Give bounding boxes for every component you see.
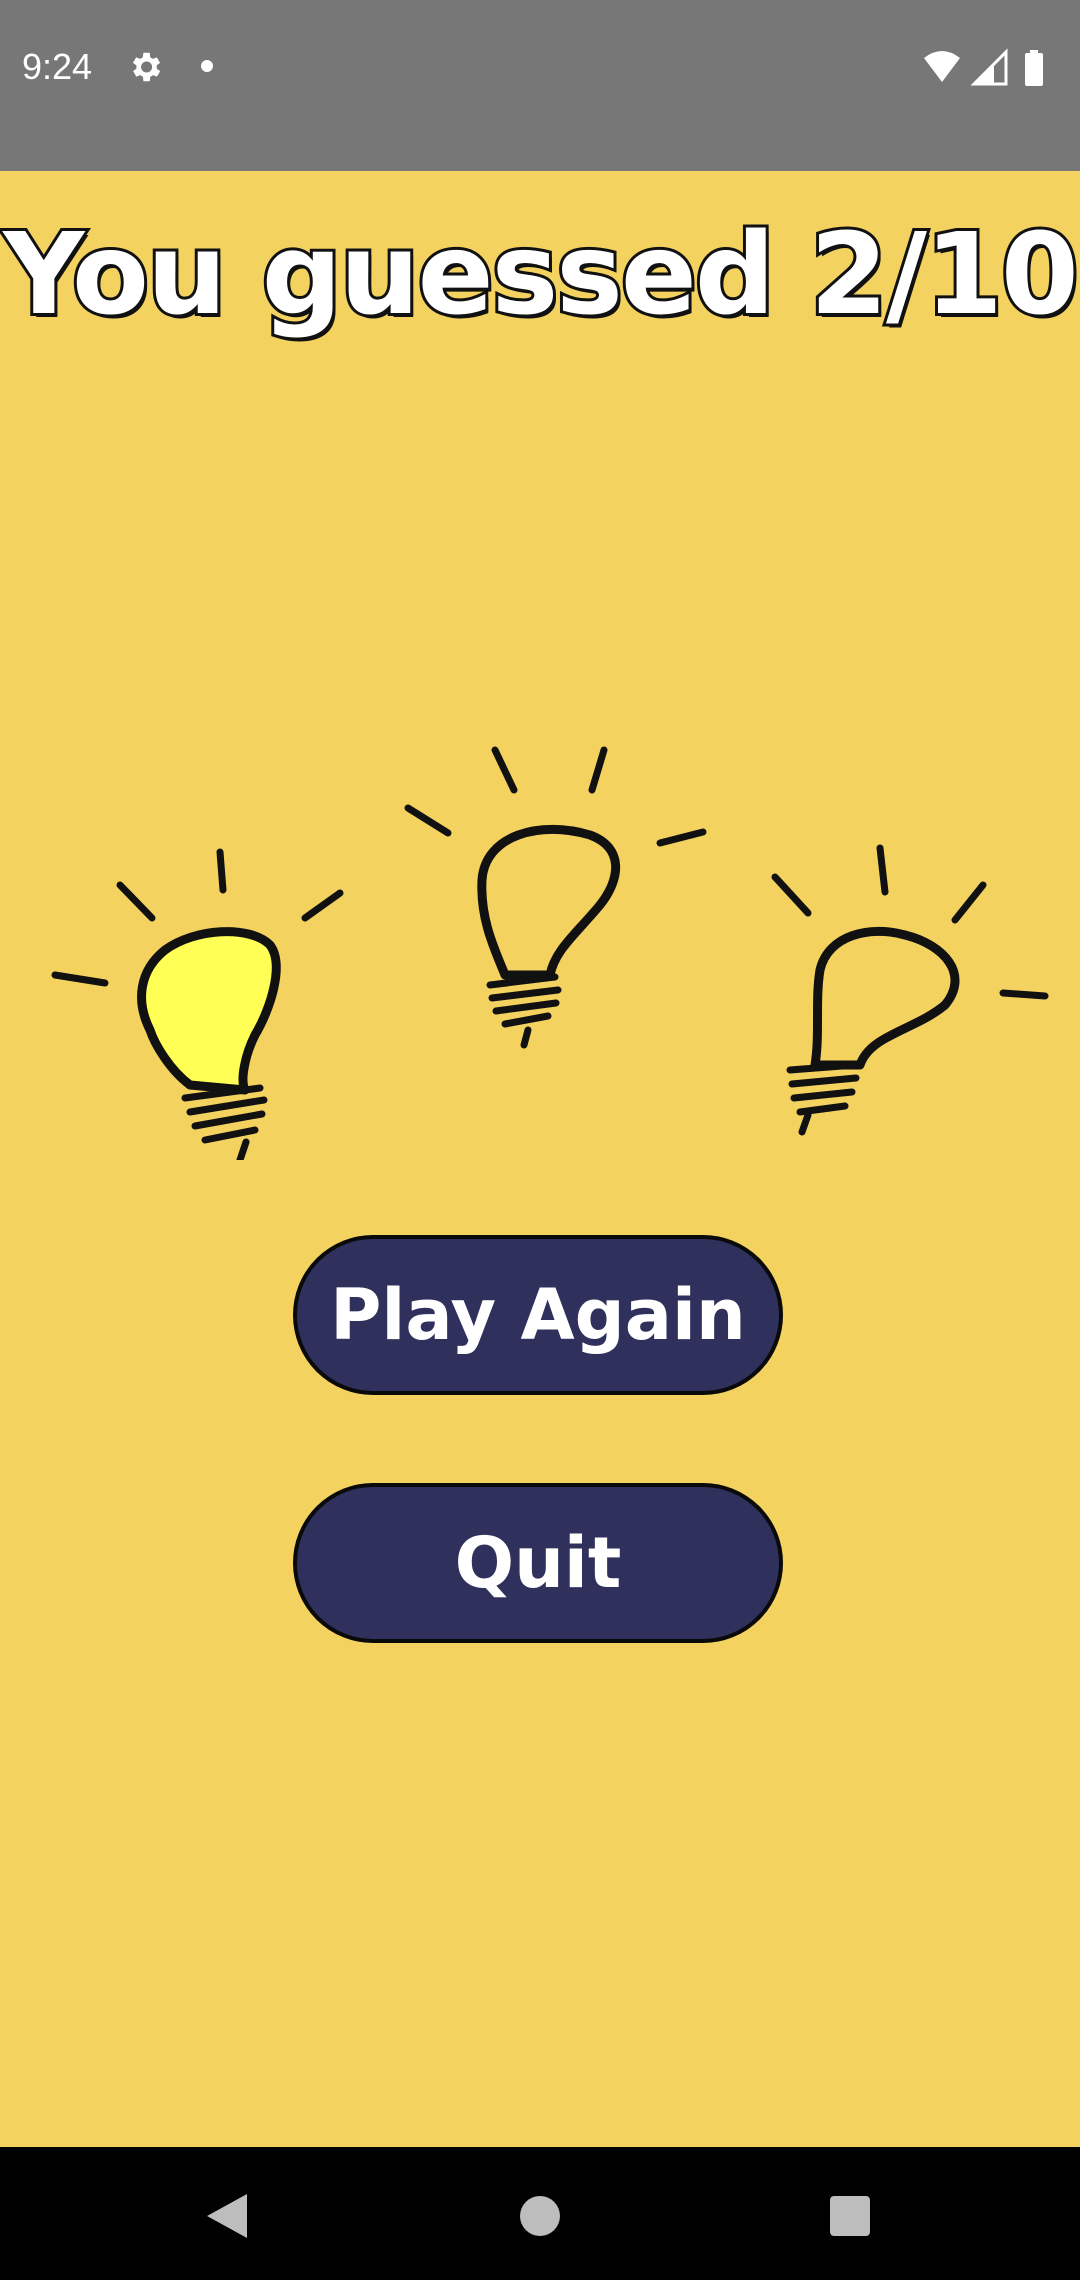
back-icon[interactable] <box>203 2192 249 2240</box>
play-again-button[interactable]: Play Again <box>293 1235 783 1395</box>
signal-icon <box>970 48 1008 86</box>
lightbulb-lit-icon <box>51 848 344 1160</box>
lightbulbs <box>51 746 1049 1160</box>
notification-dot-icon <box>201 60 213 72</box>
gear-icon <box>132 52 161 82</box>
battery-icon <box>1025 50 1043 86</box>
status-time: 9:24 <box>22 46 93 87</box>
home-icon[interactable] <box>520 2196 560 2236</box>
lightbulb-unlit-icon <box>404 746 707 1049</box>
status-bar: 9:24 <box>0 0 1080 171</box>
wifi-icon <box>924 51 960 82</box>
quit-button[interactable]: Quit <box>293 1483 783 1643</box>
recents-icon[interactable] <box>830 2196 870 2236</box>
result-title: You guessed 2/10 <box>0 207 1080 343</box>
lightbulb-unlit-icon <box>771 844 1049 1136</box>
status-icons <box>924 48 1043 86</box>
